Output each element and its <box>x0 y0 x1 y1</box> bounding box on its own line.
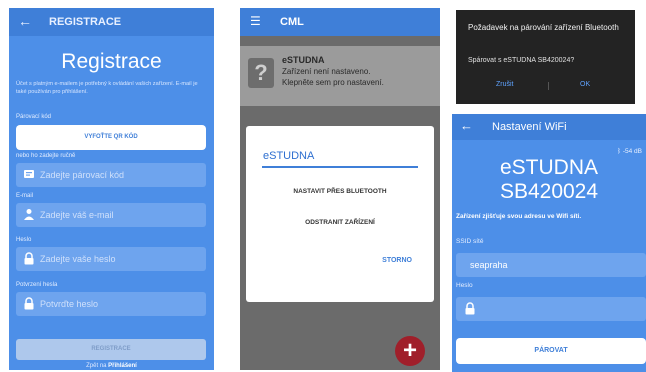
registration-toolbar: ← REGISTRACE <box>9 8 214 36</box>
email-field[interactable]: Zadejte váš e-mail <box>16 203 206 227</box>
arrow-left-icon[interactable]: ← <box>460 118 473 133</box>
device-list-item[interactable]: ? eSTUDNA Zařízení není nastaveno. Klepn… <box>240 46 440 106</box>
confirm-password-placeholder: Potvrďte heslo <box>40 299 99 309</box>
registration-screen: ← REGISTRACE Registrace Účet s platným e… <box>9 8 214 370</box>
toolbar-title: REGISTRACE <box>49 16 122 28</box>
wifi-settings-screen: ← Nastavení WiFi ᛒ -54 dB eSTUDNA SB4200… <box>452 114 646 372</box>
device-status: Zařízení není nastaveno. <box>282 67 371 76</box>
email-label: E-mail <box>16 193 34 199</box>
pair-button[interactable]: PÁROVAT <box>456 338 646 364</box>
toolbar-title: CML <box>280 16 304 28</box>
wifi-toolbar: ← Nastavení WiFi <box>452 114 646 140</box>
back-to-login: Zpět na Přihlášení <box>9 363 214 369</box>
setup-bluetooth-option[interactable]: NASTAVIT PŘES BLUETOOTH <box>246 188 434 195</box>
cancel-button[interactable]: Zrušit <box>496 81 514 88</box>
lock-icon <box>22 297 35 310</box>
device-serial: SB420024 <box>499 180 599 203</box>
question-mark-icon: ? <box>248 58 274 88</box>
wifi-info-text: Zařízení zjišťuje svou adresu ve Wifi sí… <box>456 213 582 220</box>
confirm-password-label: Potvrzení hesla <box>16 282 58 288</box>
signal-value: -54 dB <box>622 148 642 155</box>
device-name: eSTUDNA <box>282 55 325 65</box>
email-placeholder: Zadejte váš e-mail <box>40 210 114 220</box>
password-label: Heslo <box>16 237 32 243</box>
dialog-title: eSTUDNA <box>263 150 315 162</box>
dialog-title: Požadavek na párování zařízení Bluetooth <box>468 23 619 32</box>
arrow-left-icon[interactable]: ← <box>18 13 32 29</box>
add-device-button[interactable]: + <box>395 336 425 366</box>
ssid-field[interactable]: seapraha <box>456 253 646 277</box>
manual-entry-label: nebo ho zadejte ručně <box>16 153 76 159</box>
password-placeholder: Zadejte vaše heslo <box>40 254 116 264</box>
ssid-label: SSID sítě <box>456 238 484 245</box>
ok-button[interactable]: OK <box>580 81 590 88</box>
lock-icon <box>464 302 476 318</box>
pairing-code-placeholder: Zadejte párovací kód <box>40 170 125 180</box>
code-icon <box>22 168 35 181</box>
footer-text: Zpět na <box>86 363 107 369</box>
bluetooth-icon: ᛒ <box>617 148 622 155</box>
lock-icon <box>22 252 35 265</box>
registration-info-text: Účet s platným e-mailem je potřebný k ov… <box>16 81 198 95</box>
signal-strength: ᛒ -54 dB <box>617 148 642 155</box>
scan-qr-button[interactable]: VYFOŤTE QR KÓD <box>16 125 206 150</box>
register-button[interactable]: REGISTRACE <box>16 339 206 360</box>
device-hint: Klepněte sem pro nastavení. <box>282 78 384 87</box>
plus-icon: + <box>402 337 417 364</box>
device-list-screen: ☰ CML ? eSTUDNA Zařízení není nastaveno.… <box>240 8 440 370</box>
button-divider <box>548 82 549 90</box>
dialog-title-divider <box>262 166 418 168</box>
password-field[interactable]: Zadejte vaše heslo <box>16 247 206 271</box>
hamburger-menu-icon[interactable]: ☰ <box>250 14 261 28</box>
ssid-value: seapraha <box>470 260 508 270</box>
person-icon <box>22 208 35 221</box>
confirm-password-field[interactable]: Potvrďte heslo <box>16 292 206 316</box>
login-link[interactable]: Přihlášení <box>108 363 137 369</box>
device-options-dialog: eSTUDNA NASTAVIT PŘES BLUETOOTH ODSTRANI… <box>246 126 434 302</box>
cancel-button[interactable]: STORNO <box>382 257 412 264</box>
dialog-message: Spárovat s eSTUDNA SB420024? <box>468 57 575 64</box>
wifi-password-field[interactable] <box>456 297 646 321</box>
pairing-code-label: Párovací kód <box>16 114 52 120</box>
device-list-toolbar: ☰ CML <box>240 8 440 36</box>
wifi-password-label: Heslo <box>456 282 473 289</box>
bluetooth-pairing-dialog: Požadavek na párování zařízení Bluetooth… <box>456 10 635 104</box>
page-title: Registrace <box>61 50 162 73</box>
pairing-code-field[interactable]: Zadejte párovací kód <box>16 163 206 187</box>
device-name: eSTUDNA <box>499 156 599 179</box>
remove-device-option[interactable]: ODSTRANIT ZAŘÍZENÍ <box>246 219 434 226</box>
toolbar-title: Nastavení WiFi <box>492 121 567 133</box>
